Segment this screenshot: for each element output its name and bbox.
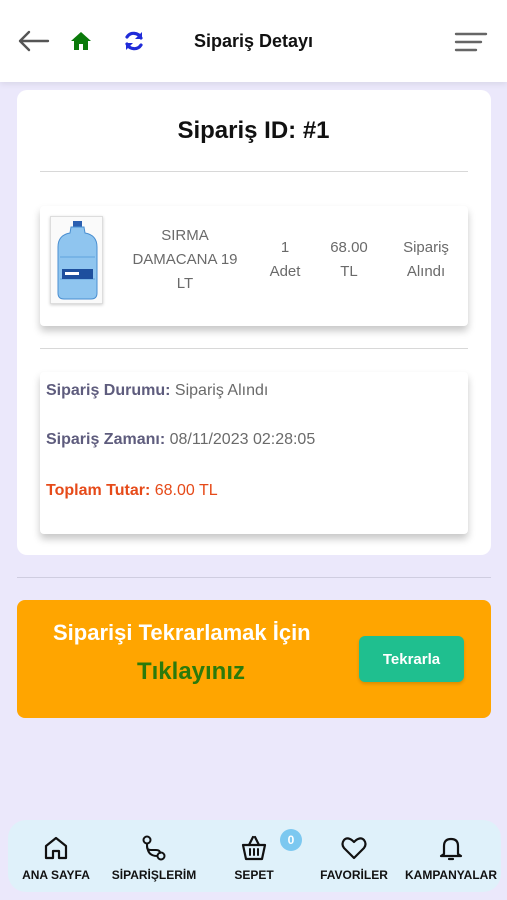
home-outline-icon	[44, 836, 68, 860]
product-image	[50, 216, 103, 304]
divider	[40, 348, 468, 349]
nav-label: SİPARİŞLERİM	[111, 868, 197, 882]
product-row: SIRMA DAMACANA 19 LT 1 Adet 68.00 TL Sip…	[40, 206, 468, 326]
order-status-value: Sipariş Alındı	[174, 382, 269, 399]
order-summary: Sipariş Durumu: Sipariş Alındı Sipariş Z…	[40, 372, 468, 534]
water-bottle-icon	[57, 221, 98, 300]
app-header: Sipariş Detayı	[0, 0, 507, 82]
nav-item-campaigns[interactable]: KAMPANYALAR	[404, 820, 498, 892]
repeat-order-text: Siparişi Tekrarlamak İçin	[53, 620, 311, 645]
menu-icon[interactable]	[454, 30, 488, 54]
order-id-heading: Sipariş ID: #1	[177, 117, 330, 144]
price-currency: TL	[340, 263, 358, 280]
nav-item-cart[interactable]: SEPET	[214, 820, 294, 892]
divider	[40, 171, 468, 172]
home-icon[interactable]	[70, 31, 92, 51]
nav-label: KAMPANYALAR	[404, 868, 497, 882]
heart-icon	[341, 837, 367, 860]
order-total-value: 68.00 TL	[154, 482, 218, 499]
nav-item-orders[interactable]: SİPARİŞLERİM	[104, 820, 204, 892]
repeat-order-banner: Siparişi Tekrarlamak İçin Tıklayınız Tek…	[17, 600, 491, 718]
order-status-label: Sipariş Durumu:	[46, 382, 171, 399]
refresh-icon[interactable]	[123, 30, 145, 52]
product-name: SIRMA DAMACANA 19 LT	[126, 224, 244, 296]
status-line: Sipariş	[403, 239, 449, 256]
order-time-label: Sipariş Zamanı:	[46, 431, 166, 448]
product-name-line: DAMACANA 19	[132, 251, 238, 268]
order-time-row: Sipariş Zamanı: 08/11/2023 02:28:05	[46, 431, 315, 449]
nav-label: SEPET	[234, 868, 274, 882]
product-price: 68.00 TL	[322, 236, 376, 284]
cart-count-badge: 0	[280, 829, 302, 851]
bell-icon	[439, 837, 463, 861]
quantity-value: 1	[280, 239, 290, 256]
divider	[17, 577, 491, 578]
quantity-unit: Adet	[269, 263, 301, 280]
order-total-label: Toplam Tutar:	[46, 482, 151, 499]
route-icon	[142, 835, 166, 861]
product-name-line: LT	[176, 275, 194, 292]
product-status: Sipariş Alındı	[392, 236, 460, 284]
page-title: Sipariş Detayı	[194, 31, 314, 51]
nav-item-favorites[interactable]: FAVORİLER	[312, 820, 396, 892]
price-value: 68.00	[330, 239, 368, 256]
nav-label: ANA SAYFA	[22, 868, 90, 882]
nav-label: FAVORİLER	[320, 868, 388, 882]
order-total-row: Toplam Tutar: 68.00 TL	[46, 482, 218, 500]
product-name-line: SIRMA	[161, 227, 209, 244]
status-line: Alındı	[406, 263, 446, 280]
nav-item-home[interactable]: ANA SAYFA	[14, 820, 98, 892]
repeat-order-button[interactable]: Tekrarla	[359, 636, 464, 682]
bottom-nav: ANA SAYFA SİPARİŞLERİM SEPET FAVORİLER K…	[8, 820, 501, 892]
basket-icon	[241, 835, 267, 861]
product-quantity: 1 Adet	[262, 236, 308, 284]
repeat-order-highlight: Tıklayınız	[136, 658, 246, 685]
order-time-value: 08/11/2023 02:28:05	[169, 431, 316, 448]
back-arrow-icon[interactable]	[16, 29, 50, 53]
order-status-row: Sipariş Durumu: Sipariş Alındı	[46, 382, 268, 400]
